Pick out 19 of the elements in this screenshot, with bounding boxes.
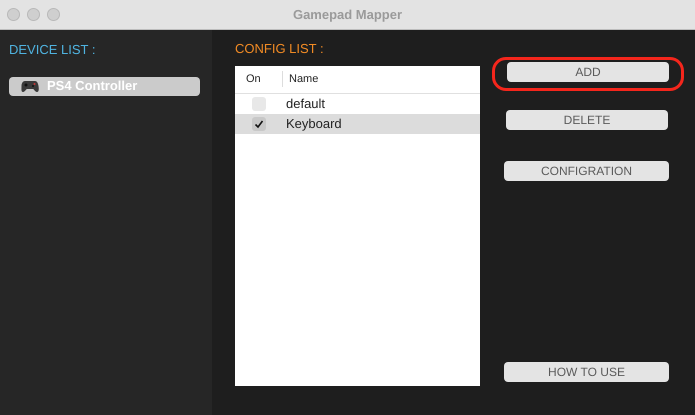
section-label: DEVICE LIST : (9, 41, 96, 59)
checkbox[interactable] (252, 116, 266, 130)
action-button[interactable]: DELETE (506, 110, 668, 130)
check-icon (254, 118, 264, 128)
gamepad-icon (21, 80, 39, 92)
table-row[interactable]: Keyboard (235, 114, 480, 134)
action-button[interactable]: CONFIGRATION (504, 161, 669, 181)
window-title: Gamepad Mapper (292, 6, 404, 24)
column-header[interactable]: On (235, 70, 283, 88)
window-control[interactable] (47, 8, 60, 21)
section-label: CONFIG LIST : (235, 40, 325, 58)
action-button[interactable]: ADD (507, 62, 669, 82)
config-name: Keyboard (285, 114, 342, 133)
window-control[interactable] (7, 8, 20, 21)
window-control[interactable] (27, 8, 40, 21)
config-name: default (285, 94, 326, 113)
action-button[interactable]: HOW TO USE (504, 362, 669, 382)
table-row[interactable]: default (235, 94, 480, 114)
column-header[interactable]: Name (283, 70, 318, 88)
